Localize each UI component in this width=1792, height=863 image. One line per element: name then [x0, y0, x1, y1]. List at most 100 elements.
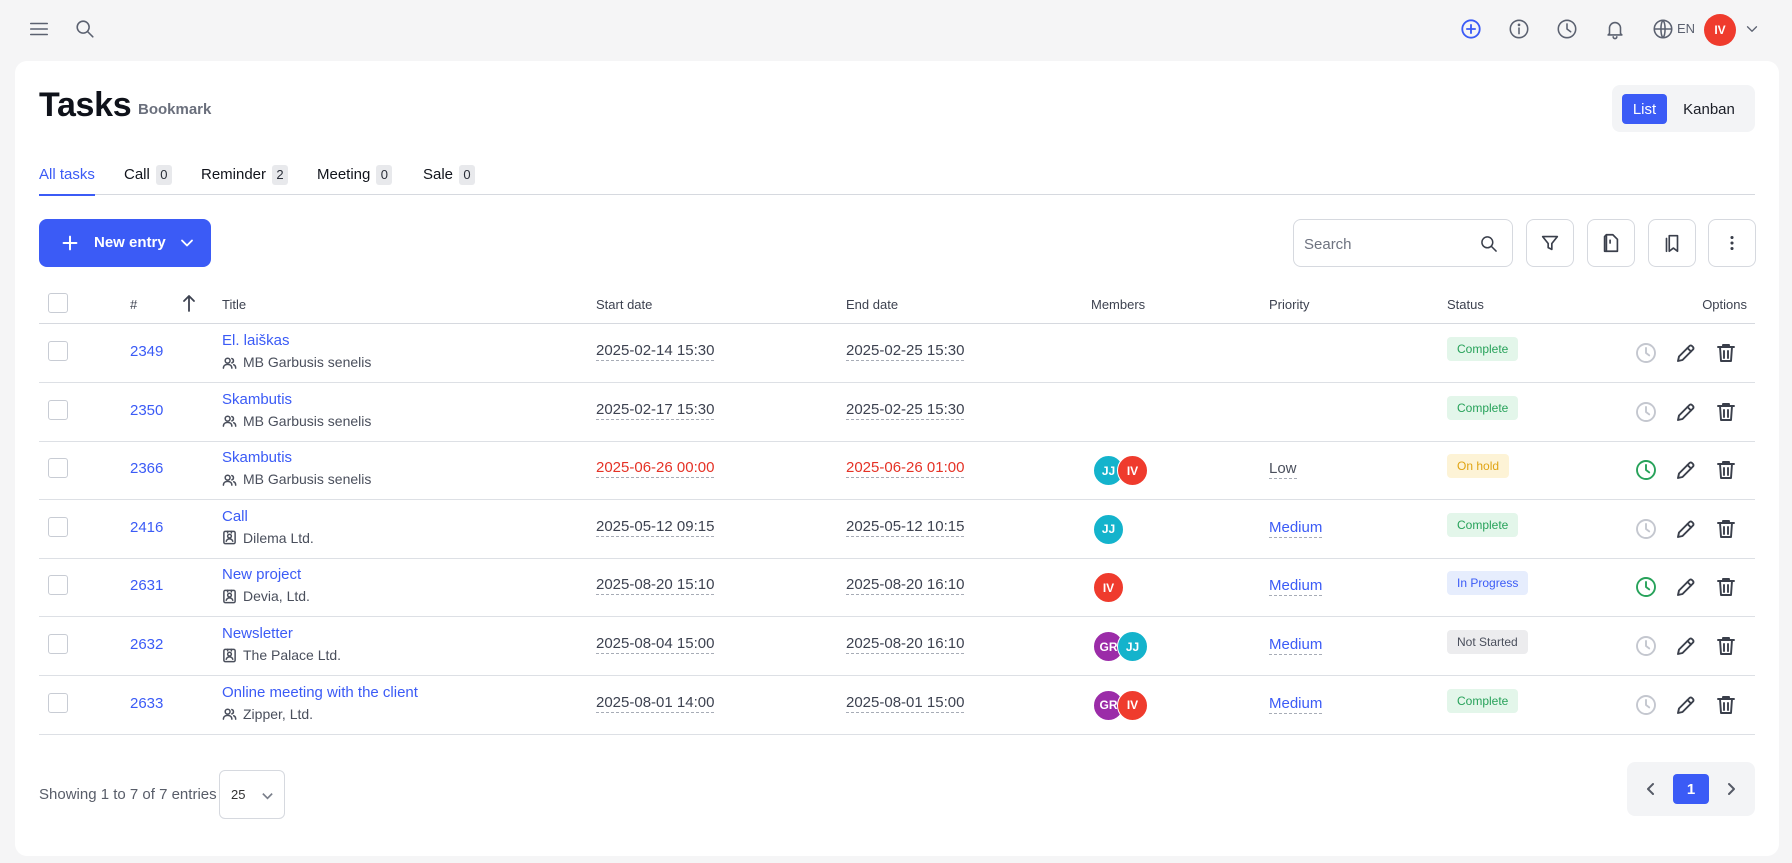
task-id-link[interactable]: 2631 — [130, 577, 163, 594]
chevron-down-icon[interactable] — [177, 233, 197, 253]
status-badge[interactable]: In Progress — [1447, 571, 1529, 596]
priority-value[interactable]: Low — [1269, 460, 1297, 480]
task-title-link[interactable]: New project — [222, 566, 301, 583]
search-input[interactable] — [1304, 232, 1464, 256]
task-id-link[interactable]: 2349 — [130, 343, 163, 360]
add-circle-icon[interactable] — [1458, 16, 1484, 42]
edit-icon[interactable] — [1674, 400, 1698, 424]
kanban-view-button[interactable]: Kanban — [1673, 94, 1745, 124]
task-title-link[interactable]: Skambutis — [222, 391, 292, 408]
end-date[interactable]: 2025-06-26 01:00 — [846, 459, 965, 479]
timer-icon[interactable] — [1634, 575, 1658, 599]
status-badge[interactable]: Complete — [1447, 512, 1519, 537]
start-date[interactable]: 2025-08-01 14:00 — [596, 694, 715, 713]
search-icon[interactable] — [72, 16, 98, 42]
tab-all-tasks[interactable]: All tasks — [39, 163, 95, 196]
end-date[interactable]: 2025-08-20 16:10 — [846, 635, 965, 654]
delete-icon[interactable] — [1714, 634, 1738, 658]
priority-value[interactable]: Medium — [1269, 636, 1323, 655]
member-avatar[interactable]: IV — [1093, 572, 1124, 604]
start-date[interactable]: 2025-06-26 00:00 — [596, 459, 715, 479]
edit-icon[interactable] — [1674, 341, 1698, 365]
member-avatar[interactable]: IV — [1117, 689, 1148, 721]
delete-icon[interactable] — [1714, 400, 1738, 424]
globe-icon[interactable] — [1650, 16, 1676, 42]
priority-value[interactable]: Medium — [1269, 519, 1323, 538]
start-date[interactable]: 2025-08-20 15:10 — [596, 576, 715, 596]
row-checkbox[interactable] — [48, 516, 68, 537]
related-entity[interactable]: Zipper, Ltd. — [222, 706, 313, 722]
bookmarks-button[interactable] — [1648, 219, 1696, 267]
edit-icon[interactable] — [1674, 575, 1698, 599]
filter-button[interactable] — [1526, 219, 1574, 267]
row-checkbox[interactable] — [48, 575, 68, 596]
related-entity[interactable]: Dilema Ltd. — [222, 530, 314, 546]
timer-icon[interactable] — [1634, 458, 1658, 482]
related-entity[interactable]: Devia, Ltd. — [222, 588, 310, 604]
status-badge[interactable]: Complete — [1447, 688, 1519, 713]
start-date[interactable]: 2025-05-12 09:15 — [596, 518, 715, 537]
clock-icon[interactable] — [1554, 16, 1580, 42]
priority-value[interactable]: Medium — [1269, 695, 1323, 714]
timer-icon[interactable] — [1634, 634, 1658, 658]
bell-icon[interactable] — [1602, 16, 1628, 42]
delete-icon[interactable] — [1714, 693, 1738, 717]
search-icon[interactable] — [1479, 234, 1499, 254]
task-title-link[interactable]: Call — [222, 508, 248, 525]
row-checkbox[interactable] — [48, 634, 68, 654]
member-avatar[interactable]: IV — [1117, 455, 1148, 487]
end-date[interactable]: 2025-08-01 15:00 — [846, 694, 965, 713]
tab-call[interactable]: Call 0 — [124, 163, 172, 195]
end-date[interactable]: 2025-08-20 16:10 — [846, 576, 965, 596]
tab-reminder[interactable]: Reminder 2 — [201, 163, 289, 195]
per-page-select[interactable]: 25 — [219, 770, 285, 819]
edit-icon[interactable] — [1674, 634, 1698, 658]
row-checkbox[interactable] — [48, 399, 68, 420]
timer-icon[interactable] — [1634, 517, 1658, 541]
column-priority[interactable]: Priority — [1269, 297, 1309, 312]
edit-icon[interactable] — [1674, 458, 1698, 482]
end-date[interactable]: 2025-02-25 15:30 — [846, 401, 965, 420]
row-checkbox[interactable] — [48, 341, 68, 361]
select-all-checkbox[interactable] — [48, 293, 68, 313]
start-date[interactable]: 2025-02-14 15:30 — [596, 342, 715, 361]
user-avatar[interactable]: IV — [1704, 14, 1736, 46]
menu-icon[interactable] — [26, 16, 52, 42]
end-date[interactable]: 2025-05-12 10:15 — [846, 518, 965, 537]
column-title[interactable]: Title — [222, 297, 246, 312]
chevron-down-icon[interactable] — [1739, 16, 1765, 42]
timer-icon[interactable] — [1634, 341, 1658, 365]
delete-icon[interactable] — [1714, 341, 1738, 365]
row-checkbox[interactable] — [48, 692, 68, 713]
task-title-link[interactable]: El. laiškas — [222, 332, 290, 349]
related-entity[interactable]: The Palace Ltd. — [222, 647, 341, 663]
row-checkbox[interactable] — [48, 458, 68, 479]
end-date[interactable]: 2025-02-25 15:30 — [846, 342, 965, 361]
column-id[interactable]: # — [130, 297, 137, 312]
sort-ascending-icon[interactable] — [181, 293, 197, 313]
timer-icon[interactable] — [1634, 400, 1658, 424]
column-start-date[interactable]: Start date — [596, 297, 652, 312]
status-badge[interactable]: Not Started — [1447, 630, 1528, 654]
member-avatar[interactable]: JJ — [1093, 513, 1124, 545]
task-title-link[interactable]: Skambutis — [222, 449, 292, 466]
column-status[interactable]: Status — [1447, 297, 1484, 312]
task-id-link[interactable]: 2416 — [130, 519, 163, 536]
page-number[interactable]: 1 — [1673, 774, 1709, 804]
column-end-date[interactable]: End date — [846, 297, 898, 312]
status-badge[interactable]: Complete — [1447, 337, 1519, 361]
status-badge[interactable]: On hold — [1447, 454, 1510, 479]
edit-icon[interactable] — [1674, 693, 1698, 717]
status-badge[interactable]: Complete — [1447, 395, 1519, 420]
delete-icon[interactable] — [1714, 458, 1738, 482]
delete-icon[interactable] — [1714, 517, 1738, 541]
more-options-button[interactable] — [1708, 219, 1756, 267]
edit-icon[interactable] — [1674, 517, 1698, 541]
related-entity[interactable]: MB Garbusis senelis — [222, 354, 371, 370]
task-id-link[interactable]: 2350 — [130, 402, 163, 419]
timer-icon[interactable] — [1634, 693, 1658, 717]
next-page-icon[interactable] — [1723, 781, 1739, 797]
related-entity[interactable]: MB Garbusis senelis — [222, 471, 371, 487]
delete-icon[interactable] — [1714, 575, 1738, 599]
task-title-link[interactable]: Newsletter — [222, 625, 293, 642]
